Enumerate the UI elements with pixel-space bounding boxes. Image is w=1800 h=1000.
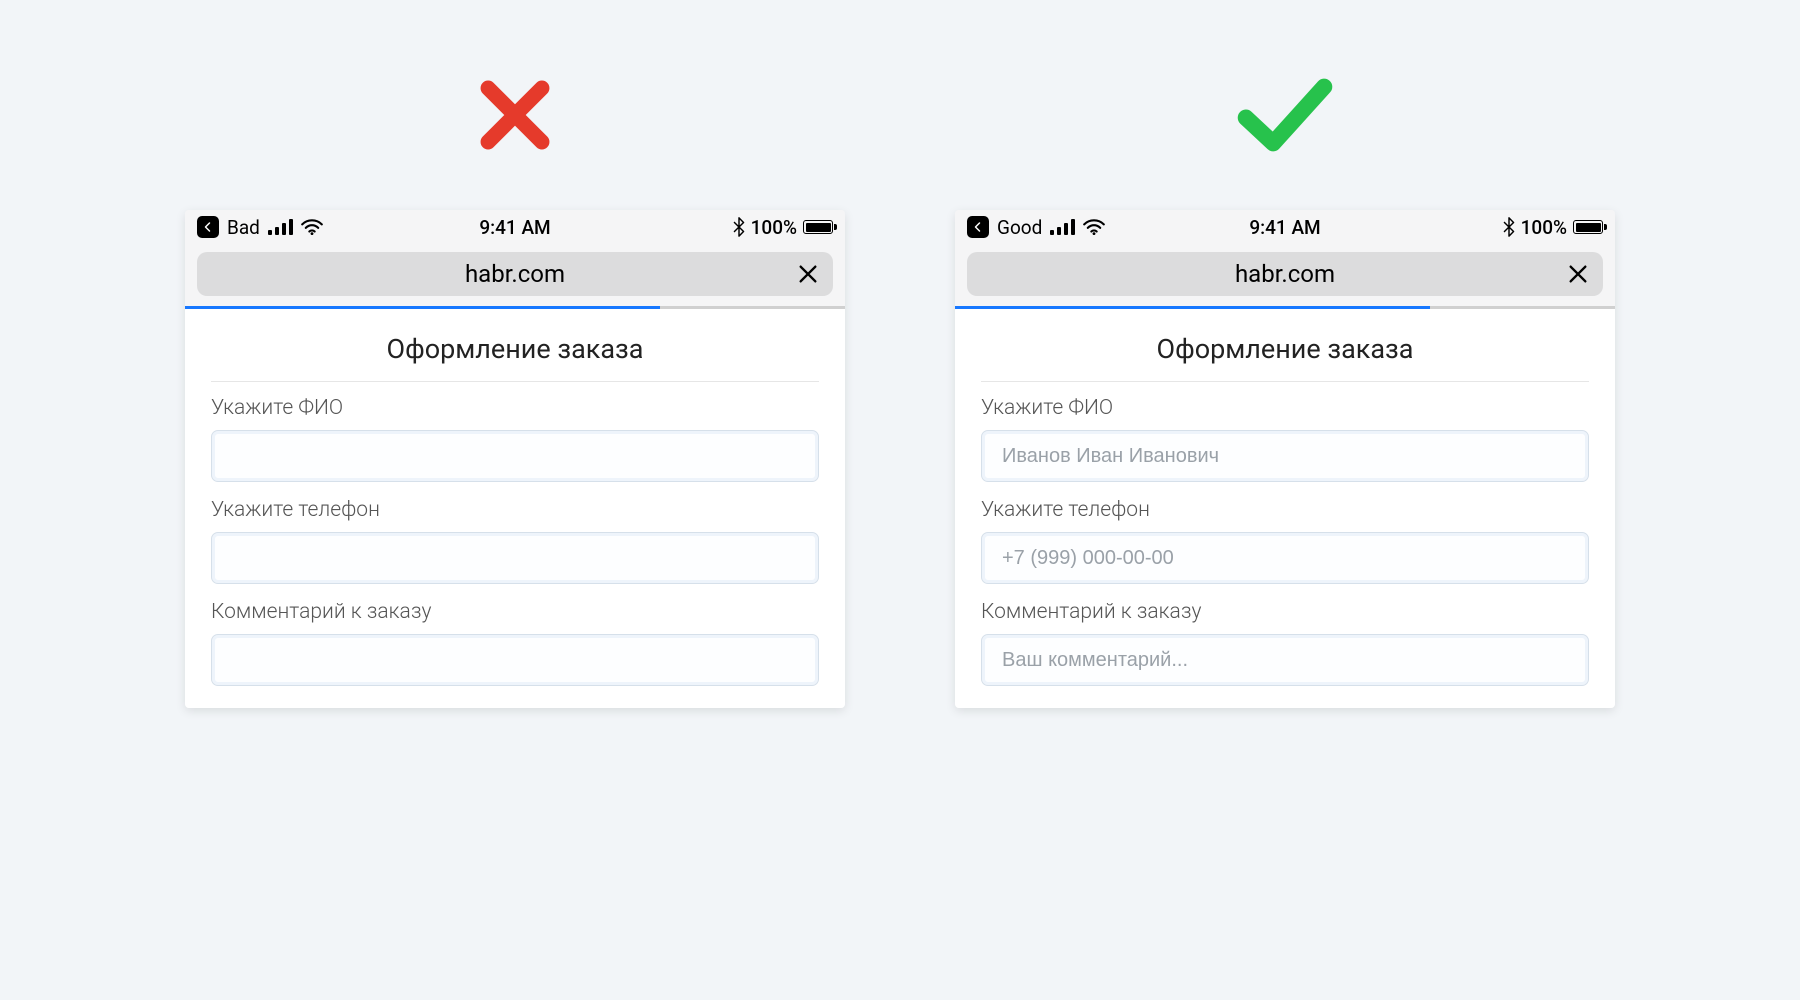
signal-icon (268, 219, 293, 235)
example-bad: Bad 9:41 AM 100% habr.com (185, 70, 845, 708)
judgement-good (1235, 70, 1335, 160)
comment-input[interactable] (981, 634, 1589, 686)
comment-input[interactable] (211, 634, 819, 686)
url-text: habr.com (197, 260, 833, 288)
page-load-progress (955, 306, 1615, 309)
url-bar[interactable]: habr.com (197, 252, 833, 296)
field-name: Укажите ФИО (981, 396, 1589, 482)
phone-input[interactable] (981, 532, 1589, 584)
carrier-name: Bad (227, 216, 260, 239)
page-content: Оформление заказа Укажите ФИО Укажите те… (955, 309, 1615, 708)
back-chip-icon (967, 216, 989, 238)
status-left: Bad (197, 216, 323, 239)
field-comment: Комментарий к заказу (981, 600, 1589, 686)
field-label: Укажите ФИО (211, 396, 819, 420)
close-icon (1567, 263, 1589, 285)
phone-mock-good: Good 9:41 AM 100% habr.com (955, 210, 1615, 708)
page-title: Оформление заказа (981, 333, 1589, 382)
name-input[interactable] (211, 430, 819, 482)
url-bar-row: habr.com (955, 244, 1615, 306)
back-chip-icon (197, 216, 219, 238)
field-label: Укажите ФИО (981, 396, 1589, 420)
carrier-name: Good (997, 216, 1042, 239)
cross-icon (473, 73, 557, 157)
signal-icon (1050, 219, 1075, 235)
wifi-icon (1083, 219, 1105, 235)
wifi-icon (301, 219, 323, 235)
judgement-bad (473, 70, 557, 160)
field-label: Укажите телефон (981, 498, 1589, 522)
phone-mock-bad: Bad 9:41 AM 100% habr.com (185, 210, 845, 708)
field-phone: Укажите телефон (211, 498, 819, 584)
battery-icon (803, 220, 833, 234)
status-left: Good (967, 216, 1105, 239)
bluetooth-icon (733, 217, 745, 237)
page-load-progress (185, 306, 845, 309)
url-bar-row: habr.com (185, 244, 845, 306)
url-text: habr.com (967, 260, 1603, 288)
stop-reload-button[interactable] (1565, 261, 1591, 287)
battery-icon (1573, 220, 1603, 234)
page-content: Оформление заказа Укажите ФИО Укажите те… (185, 309, 845, 708)
field-label: Комментарий к заказу (981, 600, 1589, 624)
example-good: Good 9:41 AM 100% habr.com (955, 70, 1615, 708)
status-right: 100% (1503, 216, 1603, 239)
battery-percent: 100% (1521, 216, 1567, 239)
field-comment: Комментарий к заказу (211, 600, 819, 686)
phone-input[interactable] (211, 532, 819, 584)
name-input[interactable] (981, 430, 1589, 482)
status-right: 100% (733, 216, 833, 239)
url-bar[interactable]: habr.com (967, 252, 1603, 296)
status-bar: Good 9:41 AM 100% (955, 210, 1615, 244)
bluetooth-icon (1503, 217, 1515, 237)
field-name: Укажите ФИО (211, 396, 819, 482)
stop-reload-button[interactable] (795, 261, 821, 287)
check-icon (1235, 70, 1335, 160)
field-label: Комментарий к заказу (211, 600, 819, 624)
status-bar: Bad 9:41 AM 100% (185, 210, 845, 244)
battery-percent: 100% (751, 216, 797, 239)
field-label: Укажите телефон (211, 498, 819, 522)
close-icon (797, 263, 819, 285)
page-title: Оформление заказа (211, 333, 819, 382)
field-phone: Укажите телефон (981, 498, 1589, 584)
